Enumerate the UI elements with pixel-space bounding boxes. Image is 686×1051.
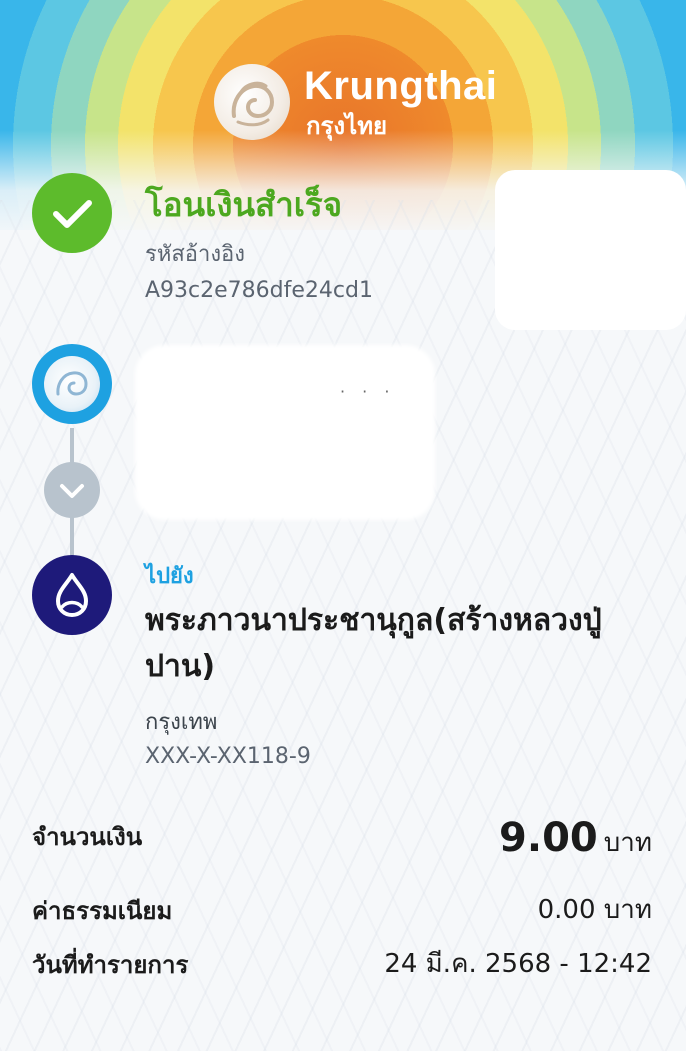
fee-label: ค่าธรรมเนียม: [32, 897, 173, 925]
fee-value: 0.00 บาท: [537, 895, 652, 925]
connector-line: [70, 516, 74, 556]
amount-unit: บาท: [603, 828, 652, 858]
masked-area: [495, 170, 686, 330]
connector-line: [70, 428, 74, 464]
krungthai-logo-icon: [32, 344, 112, 424]
amount-value-row: 9.00 บาท: [499, 815, 652, 863]
brand-name-th: กรุงไทย: [306, 112, 388, 140]
masked-dots: · · ·: [340, 382, 396, 401]
check-icon: [32, 173, 112, 253]
masked-sender-info: [135, 345, 435, 520]
recipient-account: XXX-X-XX118-9: [145, 744, 311, 769]
reference-value: A93c2e786dfe24cd1: [145, 278, 373, 303]
status-title: โอนเงินสำเร็จ: [145, 185, 343, 224]
recipient-bank: กรุงเทพ: [145, 710, 218, 735]
chevron-down-icon: [44, 462, 100, 518]
recipient-name: พระภาวนาประชานุกูล(สร้างหลวงปู่ปาน): [145, 603, 602, 684]
bangkok-bank-logo-icon: [32, 555, 112, 635]
reference-label: รหัสอ้างอิง: [145, 242, 246, 267]
date-value: 24 มี.ค. 2568 - 12:42: [384, 949, 652, 979]
recipient-label: ไปยัง: [145, 564, 194, 589]
amount-value: 9.00: [499, 815, 598, 861]
brand-name-en: Krungthai: [304, 64, 498, 108]
amount-label: จำนวนเงิน: [32, 823, 143, 851]
date-label: วันที่ทำรายการ: [32, 951, 189, 979]
krungthai-bird-icon: [214, 64, 290, 140]
krungthai-logo: Krungthai กรุงไทย: [214, 62, 497, 142]
